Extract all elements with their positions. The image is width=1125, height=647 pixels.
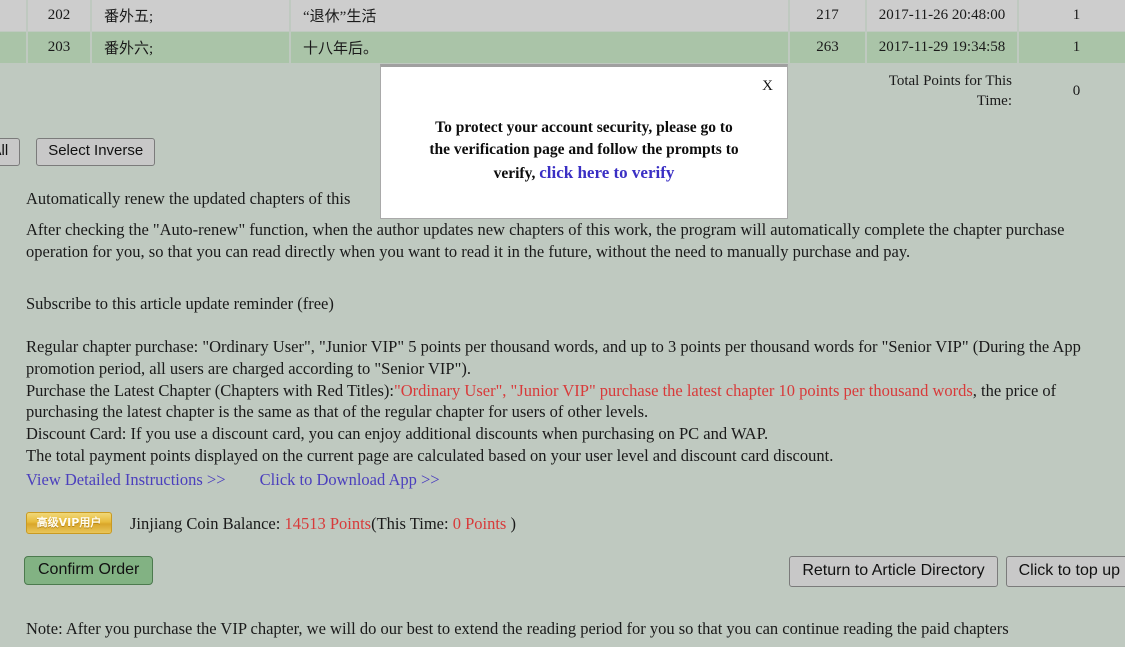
vip-badge-label: 高级VIP用户 [36, 516, 102, 530]
discount-card-rule: Discount Card: If you use a discount car… [26, 424, 769, 444]
close-icon[interactable]: X [762, 79, 773, 94]
total-points-label: Total Points for This Time: [866, 63, 1018, 118]
chapter-name: 番外六; [91, 31, 291, 64]
verify-link[interactable]: click here to verify [539, 163, 674, 182]
chapter-title: 十八年后。 [290, 31, 790, 64]
chapter-word-count: 217 [789, 0, 867, 32]
auto-renew-description: After checking the "Auto-renew" function… [26, 219, 1065, 261]
balance-amount: 14513 Points [284, 513, 372, 533]
footer-spacer [789, 63, 866, 118]
footer-spacer [27, 63, 91, 118]
chapter-date: 2017-11-29 19:34:58 [866, 31, 1019, 64]
view-instructions-link[interactable]: View Detailed Instructions >> [26, 470, 226, 489]
select-inverse-button[interactable]: Select Inverse [36, 138, 156, 166]
table-row[interactable]: 202 番外五; “退休”生活 217 2017-11-26 20:48:00 … [0, 0, 1125, 32]
this-time-suffix: ) [510, 513, 516, 533]
row-checkbox-cell[interactable] [0, 0, 28, 32]
subscribe-reminder: Subscribe to this article update reminde… [26, 294, 334, 314]
info-links: View Detailed Instructions >> Click to D… [26, 469, 1111, 491]
chapter-name: 番外五; [91, 0, 291, 32]
row-checkbox-cell[interactable] [0, 31, 28, 64]
select-all-button[interactable]: t All [0, 138, 21, 166]
return-to-directory-button[interactable]: Return to Article Directory [789, 556, 998, 587]
this-time-amount: 0 Points [452, 513, 507, 533]
footer-spacer [0, 63, 27, 118]
chapter-number: 203 [27, 31, 92, 64]
this-time-prefix: (This Time: [371, 513, 449, 533]
purchase-info-content: Automatically renew the updated chapters… [26, 188, 1111, 535]
chapter-points: 1 [1018, 0, 1125, 32]
latest-chapter-rule: Purchase the Latest Chapter (Chapters wi… [26, 380, 1111, 424]
confirm-order-button[interactable]: Confirm Order [24, 556, 154, 585]
top-up-button[interactable]: Click to top up [1005, 556, 1125, 587]
footer-spacer [91, 63, 290, 118]
vip-badge: 高级VIP用户 [26, 512, 112, 535]
selection-toolbar: t All Select Inverse [0, 138, 156, 166]
balance-text: Jinjiang Coin Balance: 14513 Points(This… [130, 513, 516, 535]
latest-chapter-prefix: Purchase the Latest Chapter (Chapters wi… [26, 380, 394, 400]
balance-row: 高级VIP用户 Jinjiang Coin Balance: 14513 Poi… [26, 512, 1111, 535]
modal-message: To protect your account security, please… [423, 117, 745, 185]
verification-modal: X To protect your account security, plea… [380, 64, 788, 219]
chapter-date: 2017-11-26 20:48:00 [866, 0, 1019, 32]
regular-purchase-rule: Regular chapter purchase: "Ordinary User… [26, 337, 1081, 378]
total-payment-note: The total payment points displayed on th… [26, 445, 834, 465]
chapter-number: 202 [27, 0, 92, 32]
chapter-title: “退休”生活 [290, 0, 790, 32]
download-app-link[interactable]: Click to Download App >> [260, 470, 440, 489]
table-row[interactable]: 203 番外六; 十八年后。 263 2017-11-29 19:34:58 1 [0, 31, 1125, 64]
total-points-value: 0 [1018, 63, 1125, 118]
footer-button-group: Return to Article Directory Click to top… [789, 556, 1125, 587]
chapter-word-count: 263 [789, 31, 867, 64]
latest-chapter-highlight: "Ordinary User", "Junior VIP" purchase t… [393, 380, 973, 400]
chapter-points: 1 [1018, 31, 1125, 64]
balance-label: Jinjiang Coin Balance: [130, 513, 281, 533]
footer-note: Note: After you purchase the VIP chapter… [26, 619, 1009, 638]
